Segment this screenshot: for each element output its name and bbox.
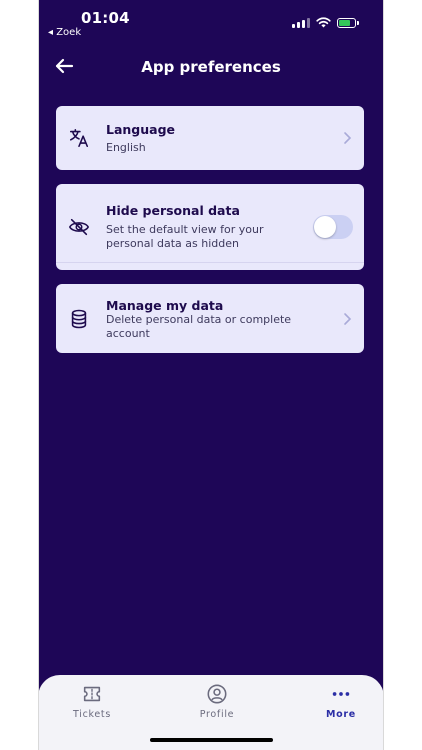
hide-personal-data-description: Set the default view for your personal d… [106,223,264,250]
tab-more-label: More [326,709,356,720]
device-edge-left [38,0,39,750]
profile-icon [207,684,227,704]
hide-personal-data-row: Hide personal data Set the default view … [56,184,364,270]
translate-icon [69,128,89,148]
language-label: Language [106,122,176,137]
divider [56,262,364,263]
hide-personal-data-label: Hide personal data [106,203,240,218]
wifi-icon [316,17,331,28]
tab-tickets[interactable]: Tickets [47,683,137,723]
manage-my-data-label: Manage my data [106,298,224,313]
chevron-right-icon [344,313,352,325]
battery-icon [337,17,359,28]
home-indicator [150,738,273,742]
database-icon [71,309,87,329]
tab-profile[interactable]: Profile [172,683,262,723]
eye-off-icon [68,218,90,236]
cellular-signal-icon [292,17,310,28]
status-time: 01:04 [81,9,130,27]
hide-personal-data-toggle[interactable] [313,215,353,239]
page-title: App preferences [141,58,281,76]
app-screen: 01:04 ◂ Zoek App preferences Language En… [38,0,384,750]
bottom-tab-bar: Tickets Profile More [38,675,384,750]
tab-more[interactable]: More [296,683,384,723]
tab-profile-label: Profile [199,709,235,720]
back-to-app-link[interactable]: ◂ Zoek [48,27,81,38]
more-dots-icon [332,692,350,696]
language-row[interactable]: Language English [56,106,364,170]
ticket-icon [83,686,101,702]
tab-tickets-label: Tickets [73,709,111,720]
status-icons [292,17,359,28]
manage-my-data-description: Delete personal data or complete account [106,313,292,340]
toggle-knob [314,216,336,238]
device-edge-right [383,0,384,750]
language-value: English [106,141,146,154]
chevron-right-icon [344,132,352,144]
manage-my-data-row[interactable]: Manage my data Delete personal data or c… [56,284,364,353]
